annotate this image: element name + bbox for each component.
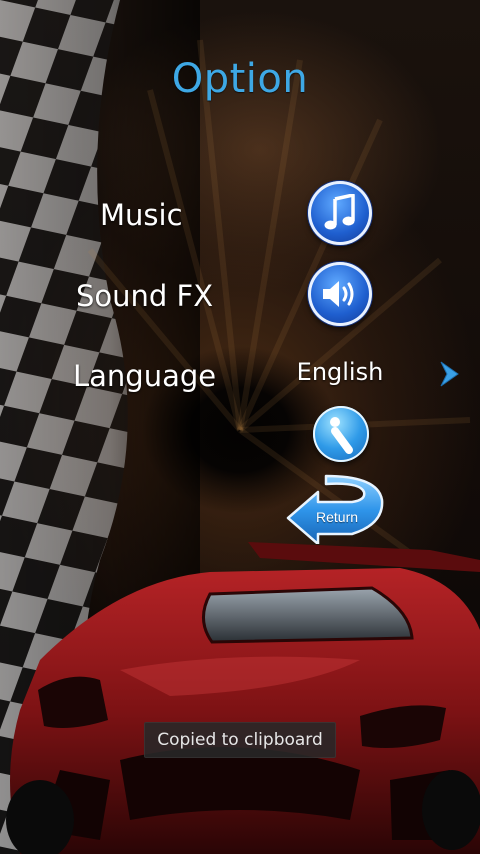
chevron-right-icon[interactable] (436, 359, 464, 389)
speaker-icon (323, 281, 354, 307)
toast-message: Copied to clipboard (144, 722, 336, 758)
sports-car-image (6, 542, 480, 854)
sound-fx-toggle-button[interactable] (308, 262, 372, 326)
info-icon (330, 417, 353, 454)
music-note-icon (324, 194, 355, 230)
music-toggle-button[interactable] (308, 181, 372, 245)
language-value: English (296, 358, 384, 386)
music-label: Music (100, 198, 183, 232)
page-title: Option (171, 56, 309, 102)
info-button[interactable] (313, 406, 369, 462)
language-label: Language (73, 359, 217, 393)
sound-fx-label: Sound FX (76, 279, 214, 313)
